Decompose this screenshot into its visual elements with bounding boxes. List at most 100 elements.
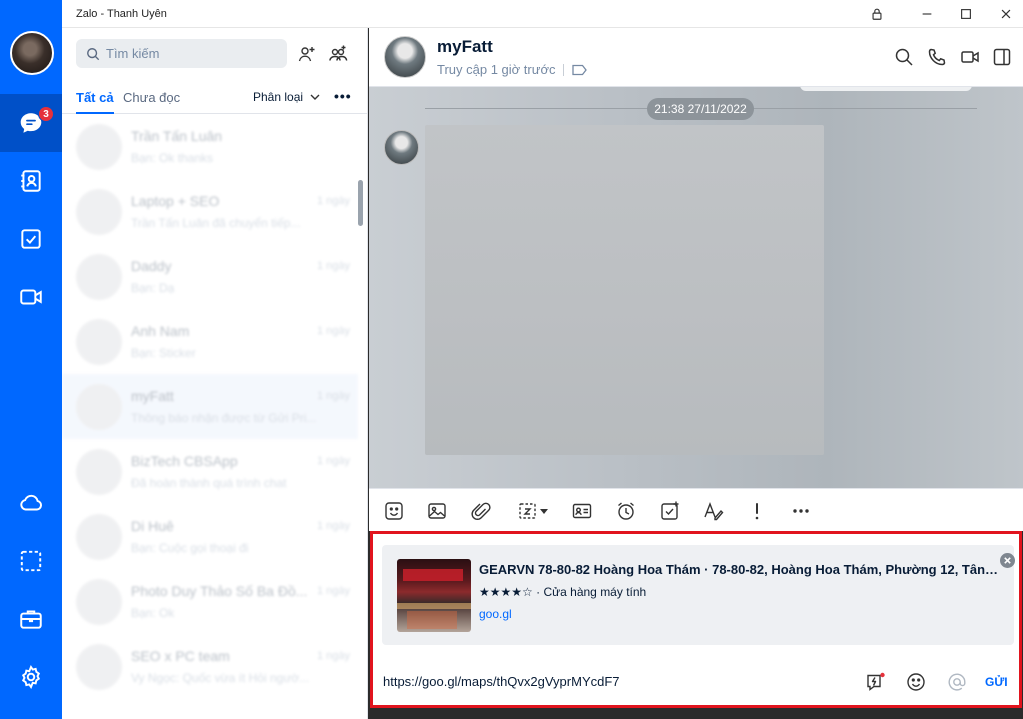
send-image-button[interactable]: [425, 499, 449, 523]
sticker-button[interactable]: [382, 499, 406, 523]
search-placeholder: Tìm kiếm: [106, 46, 160, 61]
video-call-button[interactable]: [958, 45, 982, 69]
message-area: 21:38 27/11/2022: [369, 87, 1023, 488]
remove-preview-button[interactable]: [1000, 553, 1015, 568]
list-item[interactable]: Photo Duy Thảo Số Ba Đồ... 1 ngày Bạn: O…: [62, 569, 358, 634]
gear-icon: [21, 665, 41, 689]
nav-cloud[interactable]: [0, 474, 62, 532]
list-item[interactable]: Trần Tấn Luân Bạn: Ok thanks: [62, 114, 358, 179]
link-preview-card[interactable]: GEARVN 78-80-82 Hoàng Hoa Thám · 78-80-8…: [382, 545, 1015, 645]
minimize-button[interactable]: [912, 4, 942, 24]
chat-title[interactable]: myFatt: [437, 37, 493, 57]
voice-call-button[interactable]: [925, 45, 949, 69]
list-item[interactable]: Laptop + SEO 1 ngày Trần Tấn Luân đã chu…: [62, 179, 358, 244]
app-rail: 3: [0, 0, 62, 719]
nav-settings[interactable]: [0, 648, 62, 706]
conversation-name: Laptop + SEO: [131, 193, 220, 209]
nav-tools[interactable]: [0, 590, 62, 648]
search-icon: [87, 47, 100, 60]
list-item[interactable]: BizTech CBSApp 1 ngày Đã hoàn thành quá …: [62, 439, 358, 504]
message-composer: GEARVN 78-80-82 Hoàng Hoa Thám · 78-80-8…: [370, 531, 1022, 708]
nav-todo[interactable]: [0, 210, 62, 268]
list-item-selected[interactable]: myFatt 1 ngày Thông báo nhận được từ Gửi…: [62, 374, 358, 439]
link-preview-thumbnail: [397, 559, 471, 632]
list-item[interactable]: Daddy 1 ngày Bạn: Dạ: [62, 244, 358, 309]
paperclip-icon: [471, 502, 491, 520]
text-format-button[interactable]: [701, 499, 725, 523]
avatar: [76, 319, 122, 365]
list-item[interactable]: Anh Nam 1 ngày Bạn: Sticker: [62, 309, 358, 374]
composer-toolbar: [369, 488, 1023, 531]
cloud-icon: [20, 494, 42, 511]
avatar[interactable]: [10, 31, 54, 75]
last-seen-text: Truy cập 1 giờ trước: [437, 62, 556, 77]
screenshot-icon: [519, 503, 536, 519]
link-preview-domain[interactable]: goo.gl: [479, 607, 512, 621]
mention-button[interactable]: [945, 670, 969, 694]
scrollbar[interactable]: [358, 180, 363, 226]
task-icon: [661, 501, 679, 520]
reminder-button[interactable]: [614, 499, 638, 523]
quick-message-button[interactable]: [864, 670, 888, 694]
avatar[interactable]: [384, 130, 419, 165]
maximize-button[interactable]: [951, 4, 981, 24]
conversation-preview: Thông báo nhận được từ Gửi Pri...: [131, 411, 317, 425]
search-messages-button[interactable]: [892, 45, 916, 69]
conversation-time: 1 ngày: [316, 520, 350, 532]
title-bar: Zalo - Thanh Uyên: [62, 0, 1023, 28]
sticker-icon: [385, 502, 403, 520]
mark-important-button[interactable]: [745, 499, 769, 523]
filter-bar: Tất cả Chưa đọc Phân loại •••: [62, 86, 367, 114]
link-preview-description: ★★★★☆ · Cửa hàng máy tính: [479, 585, 647, 599]
more-options-button[interactable]: •••: [334, 88, 352, 104]
conversation-name: SEO x PC team: [131, 648, 230, 664]
create-group-button[interactable]: [326, 42, 350, 66]
search-icon: [895, 48, 913, 66]
close-icon: [1001, 9, 1011, 19]
attach-file-button[interactable]: [469, 499, 493, 523]
close-window-button[interactable]: [991, 4, 1021, 24]
text-format-icon: [704, 502, 724, 521]
conversation-name: Trần Tấn Luân: [131, 128, 223, 144]
nav-messages[interactable]: 3: [0, 94, 62, 152]
screenshot-dropdown-button[interactable]: [513, 499, 553, 523]
avatar: [76, 189, 122, 235]
image-icon: [428, 503, 446, 519]
emoji-button[interactable]: [904, 670, 928, 694]
alarm-clock-icon: [618, 502, 634, 520]
conversation-time: 1 ngày: [316, 455, 350, 467]
nav-video-call[interactable]: [0, 268, 62, 326]
add-friend-button[interactable]: [295, 42, 319, 66]
tab-unread[interactable]: Chưa đọc: [123, 90, 180, 105]
image-message[interactable]: [425, 125, 824, 455]
send-button[interactable]: GỬI: [985, 675, 1008, 689]
assign-task-button[interactable]: [658, 499, 682, 523]
conversation-sidebar: Tìm kiếm Tất cả Chưa đọc Phân loại ••• T…: [62, 28, 368, 719]
previous-message-edge: [800, 87, 972, 91]
lock-button[interactable]: [862, 4, 892, 24]
avatar[interactable]: [384, 36, 426, 78]
list-item[interactable]: SEO x PC team 1 ngày Vy Ngọc: Quốc vừa í…: [62, 634, 358, 699]
tab-all[interactable]: Tất cả: [76, 90, 114, 114]
conversation-preview: Đã hoàn thành quá trình chat: [131, 476, 287, 490]
conversation-name: BizTech CBSApp: [131, 453, 238, 469]
toggle-info-panel-button[interactable]: [990, 45, 1014, 69]
divider: [563, 63, 565, 76]
nav-screenshot[interactable]: [0, 532, 62, 590]
message-input[interactable]: https://goo.gl/maps/thQvx2gVyprMYcdF7: [383, 674, 620, 689]
tag-icon[interactable]: [572, 64, 588, 76]
nav-contacts[interactable]: [0, 152, 62, 210]
list-item[interactable]: Di Huê 1 ngày Bạn: Cuộc gọi thoại đi: [62, 504, 358, 569]
sidebar-panel-icon: [993, 48, 1011, 66]
conversation-preview: Bạn: Sticker: [131, 346, 196, 360]
chat-header: myFatt Truy cập 1 giờ trước: [369, 28, 1023, 87]
avatar: [76, 579, 122, 625]
conversation-name: Photo Duy Thảo Số Ba Đồ...: [131, 583, 308, 599]
avatar: [76, 644, 122, 690]
conversation-preview: Vy Ngọc: Quốc vừa ít Hỏi ngườ...: [131, 671, 310, 685]
avatar: [76, 449, 122, 495]
more-tools-button[interactable]: [789, 499, 813, 523]
search-input[interactable]: Tìm kiếm: [76, 39, 287, 68]
classify-dropdown[interactable]: Phân loại: [253, 90, 321, 104]
send-contact-card-button[interactable]: [570, 499, 594, 523]
